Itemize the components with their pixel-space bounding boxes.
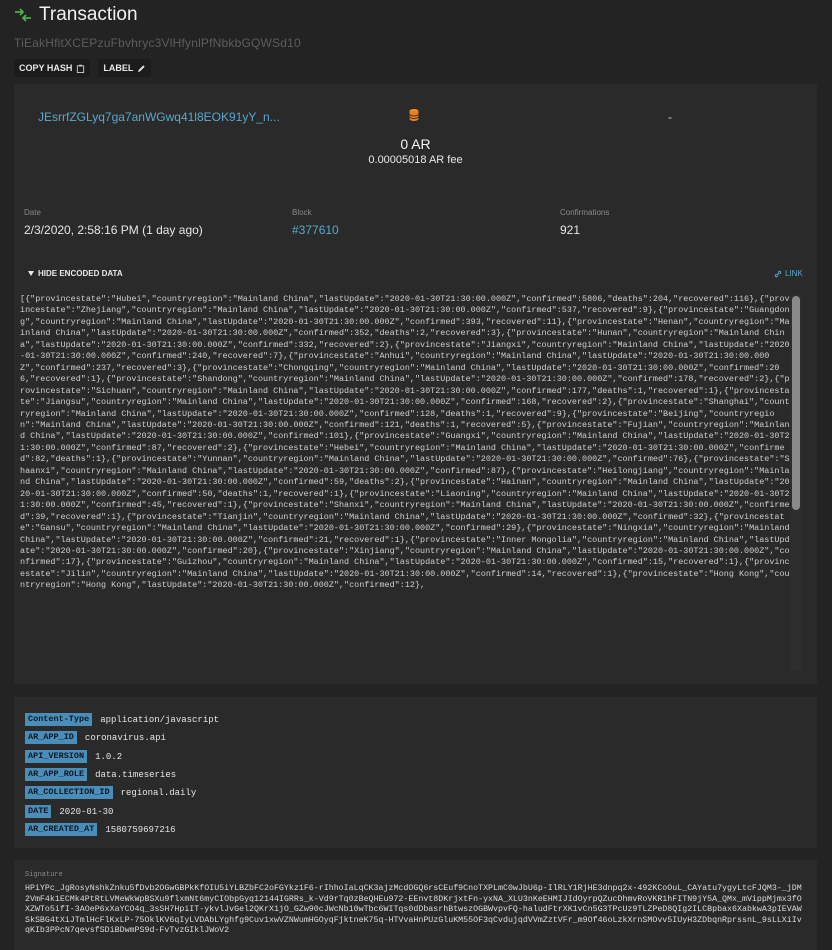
signature-label: Signature bbox=[25, 871, 63, 879]
label-button-label: LABEL bbox=[103, 63, 134, 73]
tag-row: AR_COLLECTION_ID regional.daily bbox=[25, 786, 196, 799]
tag-key: AR_COLLECTION_ID bbox=[25, 786, 113, 799]
block-label: Block bbox=[292, 208, 312, 217]
confirmations-label: Confirmations bbox=[560, 208, 610, 217]
data-scrollbar-thumb[interactable] bbox=[792, 296, 800, 510]
tag-row: Content-Type application/javascript bbox=[25, 713, 219, 726]
pencil-icon bbox=[138, 64, 146, 72]
tag-row: DATE 2020-01-30 bbox=[25, 805, 113, 818]
transaction-fee: 0.00005018 AR fee bbox=[368, 154, 463, 166]
clipboard-icon bbox=[77, 64, 85, 73]
date-label: Date bbox=[24, 208, 41, 217]
signature-value: HPiYPc_JgRosyNshkZnku5fDvb2OGwGBPkKfOIU5… bbox=[25, 884, 802, 936]
tag-value: 1.0.2 bbox=[95, 751, 123, 762]
transaction-arrows-icon bbox=[15, 8, 31, 22]
tag-key: AR_CREATED_AT bbox=[25, 823, 98, 836]
tag-value: application/javascript bbox=[100, 714, 220, 725]
link-icon bbox=[774, 270, 782, 277]
tag-row: AR_APP_ROLE data.timeseries bbox=[25, 768, 176, 781]
link-label: LINK bbox=[785, 269, 803, 278]
tag-row: AR_APP_ID coronavirus.api bbox=[25, 731, 166, 744]
tag-value: regional.daily bbox=[120, 787, 197, 798]
tag-key: API_VERSION bbox=[25, 750, 88, 763]
label-button[interactable]: LABEL bbox=[98, 59, 152, 77]
page-title: Transaction bbox=[39, 4, 138, 25]
date-value: 2/3/2020, 2:58:16 PM (1 day ago) bbox=[24, 223, 203, 237]
to-address: - bbox=[668, 110, 672, 124]
toggle-label: HIDE ENCODED DATA bbox=[38, 269, 123, 278]
tag-key: Content-Type bbox=[25, 713, 93, 726]
tag-key: DATE bbox=[25, 805, 52, 818]
transaction-id: TiEakHfitXCEPzuFbvhryc3VlHfynlPfNbkbGQWS… bbox=[14, 36, 301, 50]
tag-key: AR_APP_ID bbox=[25, 731, 77, 744]
transaction-details-card: JEsrrfZGLyq7ga7anWGwq41l8EOK91yY_n... - … bbox=[14, 84, 817, 684]
tags-card: Content-Type application/javascript AR_A… bbox=[14, 697, 817, 848]
tag-value: data.timeseries bbox=[95, 769, 177, 780]
tag-value: coronavirus.api bbox=[84, 732, 166, 743]
tag-value: 1580759697216 bbox=[105, 824, 176, 835]
tag-row: API_VERSION 1.0.2 bbox=[25, 750, 122, 763]
tag-value: 2020-01-30 bbox=[59, 806, 114, 817]
page-header: Transaction bbox=[13, 4, 138, 26]
caret-down-icon bbox=[28, 271, 34, 276]
from-address-link[interactable]: JEsrrfZGLyq7ga7anWGwq41l8EOK91yY_n... bbox=[38, 110, 280, 124]
confirmations-value: 921 bbox=[560, 223, 581, 237]
transfer-amount: 0 AR bbox=[400, 136, 431, 152]
tag-key: AR_APP_ROLE bbox=[25, 768, 88, 781]
copy-hash-label: COPY HASH bbox=[19, 63, 73, 73]
encoded-data-content[interactable]: [{"provincestate":"Hubei","countryregion… bbox=[20, 294, 790, 670]
tag-row: AR_CREATED_AT 1580759697216 bbox=[25, 823, 176, 836]
copy-hash-button[interactable]: COPY HASH bbox=[14, 59, 91, 77]
data-link-button[interactable]: LINK bbox=[774, 269, 803, 278]
block-link[interactable]: #377610 bbox=[292, 223, 339, 237]
header-actions: COPY HASH LABEL bbox=[14, 59, 152, 77]
hide-encoded-data-toggle[interactable]: HIDE ENCODED DATA bbox=[28, 269, 123, 278]
coins-icon bbox=[409, 109, 419, 121]
